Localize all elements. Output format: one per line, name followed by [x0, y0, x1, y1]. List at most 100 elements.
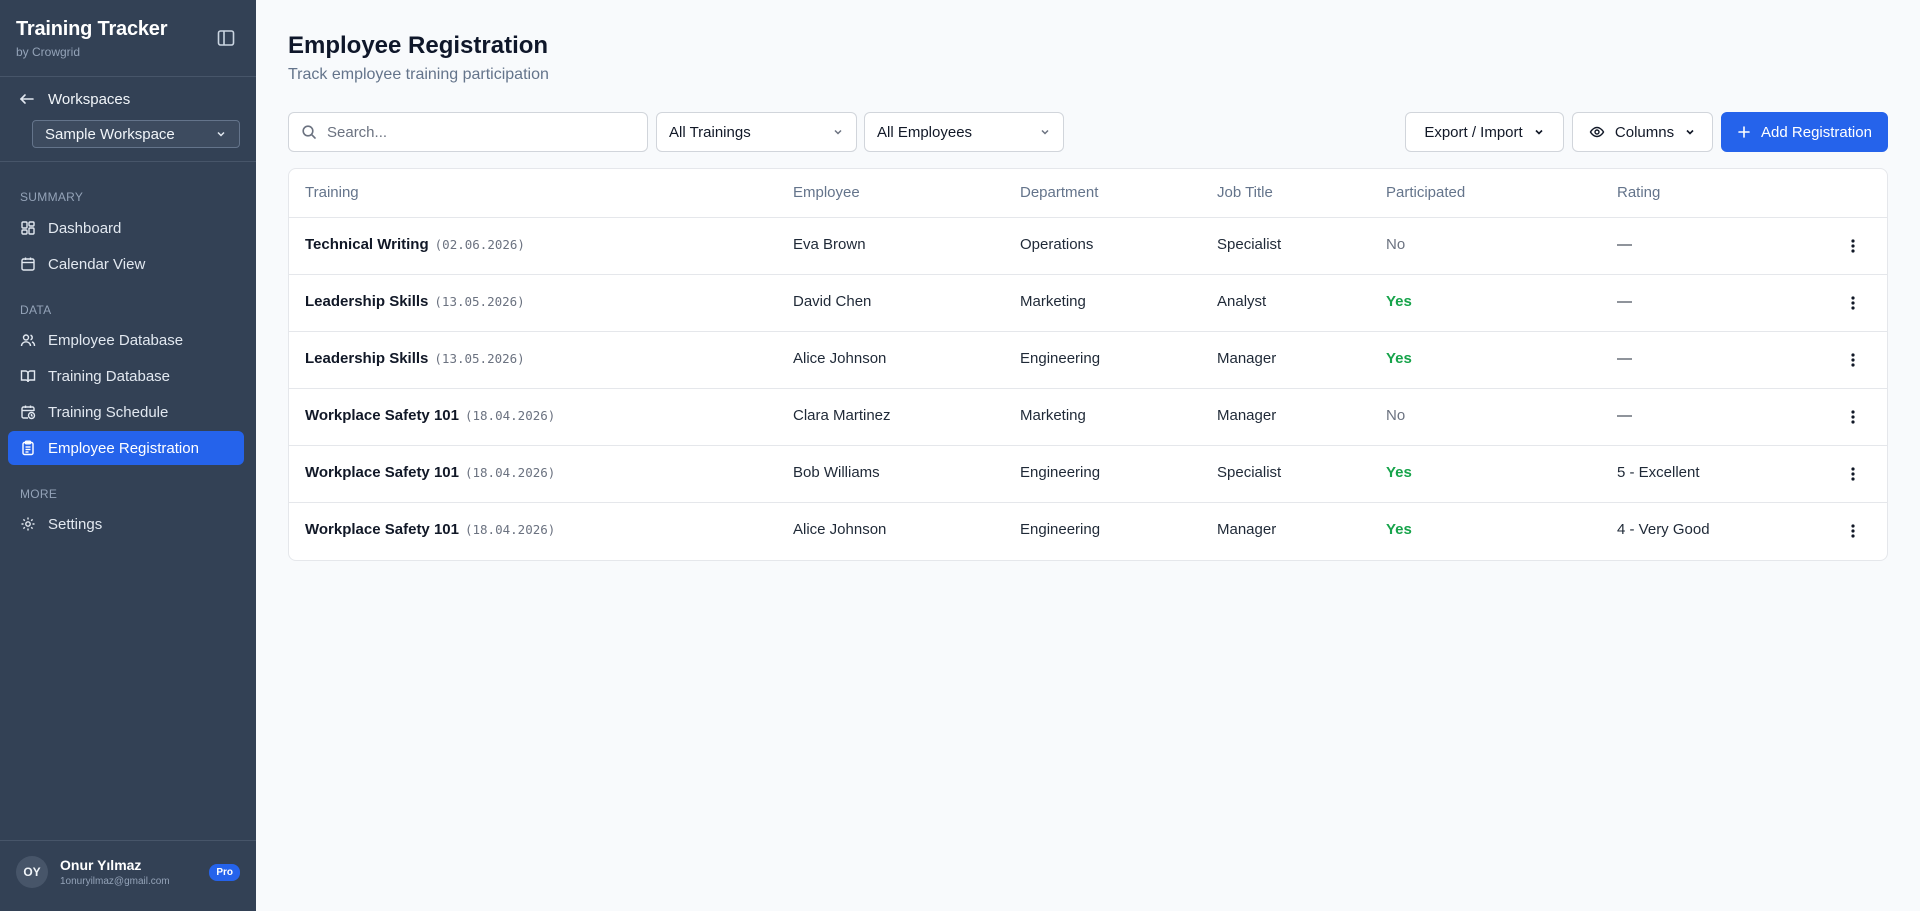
employee-cell: Alice Johnson: [793, 350, 887, 367]
user-profile[interactable]: OY Onur Yılmaz 1onuryilmaz@gmail.com Pro: [16, 856, 240, 888]
sidebar-item-label: Training Schedule: [48, 403, 169, 421]
row-menu-icon[interactable]: [1843, 236, 1863, 256]
row-menu-icon[interactable]: [1843, 350, 1863, 370]
row-menu-icon[interactable]: [1843, 464, 1863, 484]
rating-cell: 4 - Very Good: [1617, 521, 1710, 538]
plus-icon: [1738, 126, 1750, 138]
export-import-button[interactable]: Export / Import: [1405, 112, 1564, 152]
eye-icon: [1589, 126, 1605, 138]
employee-cell: Eva Brown: [793, 236, 866, 253]
sidebar-toggle-icon[interactable]: [216, 28, 236, 48]
training-cell: Leadership Skills (13.05.2026): [305, 350, 525, 367]
clipboard-icon: [22, 440, 34, 456]
column-header-participated[interactable]: Participated: [1386, 184, 1465, 201]
columns-label: Columns: [1614, 123, 1675, 141]
row-menu-icon[interactable]: [1843, 407, 1863, 427]
sidebar-item-calendar[interactable]: Calendar View: [8, 247, 244, 281]
sidebar-item-settings[interactable]: Settings: [8, 507, 244, 541]
gear-icon: [21, 517, 35, 531]
sidebar-divider: [0, 840, 256, 841]
search-input[interactable]: [327, 123, 627, 141]
department-cell: Engineering: [1020, 464, 1101, 481]
sidebar-item-dashboard[interactable]: Dashboard: [8, 211, 244, 245]
user-name: Onur Yılmaz: [60, 857, 142, 873]
training-filter-value: All Trainings: [669, 123, 751, 141]
column-header-job-title[interactable]: Job Title: [1217, 184, 1273, 201]
rating-cell: 5 - Excellent: [1617, 464, 1700, 481]
training-date: (13.05.2026): [434, 294, 525, 309]
department-cell: Marketing: [1020, 407, 1086, 424]
training-name: Leadership Skills: [305, 350, 429, 367]
workspace-select[interactable]: Sample Workspace: [32, 120, 240, 148]
app-title: Training Tracker: [16, 18, 168, 40]
employee-cell: David Chen: [793, 293, 872, 310]
employee-filter[interactable]: All Employees: [864, 112, 1064, 152]
book-icon: [20, 370, 36, 383]
sidebar-item-label: Calendar View: [48, 255, 146, 273]
column-header-training[interactable]: Training: [305, 184, 359, 201]
avatar: OY: [16, 856, 48, 888]
job-title-cell: Specialist: [1217, 464, 1282, 481]
column-header-department[interactable]: Department: [1020, 184, 1098, 201]
sidebar-item-employee-database[interactable]: Employee Database: [8, 323, 244, 357]
rating-cell: —: [1617, 350, 1632, 367]
table-row[interactable]: Leadership Skills (13.05.2026) David Chen…: [289, 275, 1887, 332]
participated-cell: Yes: [1386, 350, 1412, 367]
participated-cell: Yes: [1386, 464, 1412, 481]
chevron-down-icon: [1041, 129, 1049, 135]
training-cell: Workplace Safety 101 (18.04.2026): [305, 407, 555, 424]
table-header: Training Employee Department Job Title P…: [289, 169, 1887, 218]
brand: Training Tracker by Crowgrid: [16, 18, 168, 59]
training-filter[interactable]: All Trainings: [656, 112, 857, 152]
sidebar-item-label: Settings: [48, 515, 103, 533]
rating-cell: —: [1617, 236, 1632, 253]
sidebar-item-label: Training Database: [48, 367, 171, 385]
columns-button[interactable]: Columns: [1572, 112, 1713, 152]
sidebar-item-employee-registration[interactable]: Employee Registration: [8, 431, 244, 465]
column-header-employee[interactable]: Employee: [793, 184, 860, 201]
table-row[interactable]: Technical Writing (02.06.2026) Eva Brown …: [289, 218, 1887, 275]
section-summary: SUMMARY: [20, 190, 84, 204]
employee-filter-value: All Employees: [877, 123, 973, 141]
calendar-clock-icon: [21, 405, 36, 420]
table-row[interactable]: Workplace Safety 101 (18.04.2026) Alice J…: [289, 503, 1887, 560]
chevron-down-icon: [1535, 129, 1543, 135]
section-more: MORE: [20, 487, 58, 501]
job-title-cell: Specialist: [1217, 236, 1282, 253]
section-data: DATA: [20, 303, 52, 317]
add-registration-button[interactable]: Add Registration: [1721, 112, 1888, 152]
department-cell: Marketing: [1020, 293, 1086, 310]
participated-cell: No: [1386, 407, 1406, 424]
workspace-selected: Sample Workspace: [45, 125, 175, 143]
search-icon: [302, 125, 316, 139]
sidebar-item-training-database[interactable]: Training Database: [8, 359, 244, 393]
employee-cell: Clara Martinez: [793, 407, 891, 424]
training-name: Technical Writing: [305, 236, 429, 253]
job-title-cell: Analyst: [1217, 293, 1267, 310]
sidebar-item-label: Dashboard: [48, 219, 122, 237]
row-menu-icon[interactable]: [1843, 293, 1863, 313]
participated-cell: Yes: [1386, 293, 1412, 310]
export-import-label: Export / Import: [1424, 123, 1523, 141]
row-menu-icon[interactable]: [1843, 521, 1863, 541]
training-date: (13.05.2026): [434, 351, 525, 366]
workspaces-label: Workspaces: [48, 90, 131, 108]
search-box[interactable]: [288, 112, 648, 152]
employee-cell: Alice Johnson: [793, 521, 887, 538]
dashboard-icon: [21, 221, 35, 235]
calendar-icon: [21, 257, 35, 271]
job-title-cell: Manager: [1217, 521, 1277, 538]
column-header-rating[interactable]: Rating: [1617, 184, 1660, 201]
table-row[interactable]: Workplace Safety 101 (18.04.2026) Clara M…: [289, 389, 1887, 446]
users-icon: [20, 334, 36, 347]
workspaces-link[interactable]: Workspaces: [18, 88, 130, 110]
training-name: Workplace Safety 101: [305, 464, 459, 481]
sidebar: Training Tracker by Crowgrid Workspaces …: [0, 0, 256, 911]
job-title-cell: Manager: [1217, 350, 1277, 367]
table-row[interactable]: Leadership Skills (13.05.2026) Alice John…: [289, 332, 1887, 389]
sidebar-item-label: Employee Registration: [48, 439, 199, 457]
sidebar-item-training-schedule[interactable]: Training Schedule: [8, 395, 244, 429]
table-row[interactable]: Workplace Safety 101 (18.04.2026) Bob Wil…: [289, 446, 1887, 503]
department-cell: Engineering: [1020, 521, 1101, 538]
training-date: (02.06.2026): [434, 237, 525, 252]
